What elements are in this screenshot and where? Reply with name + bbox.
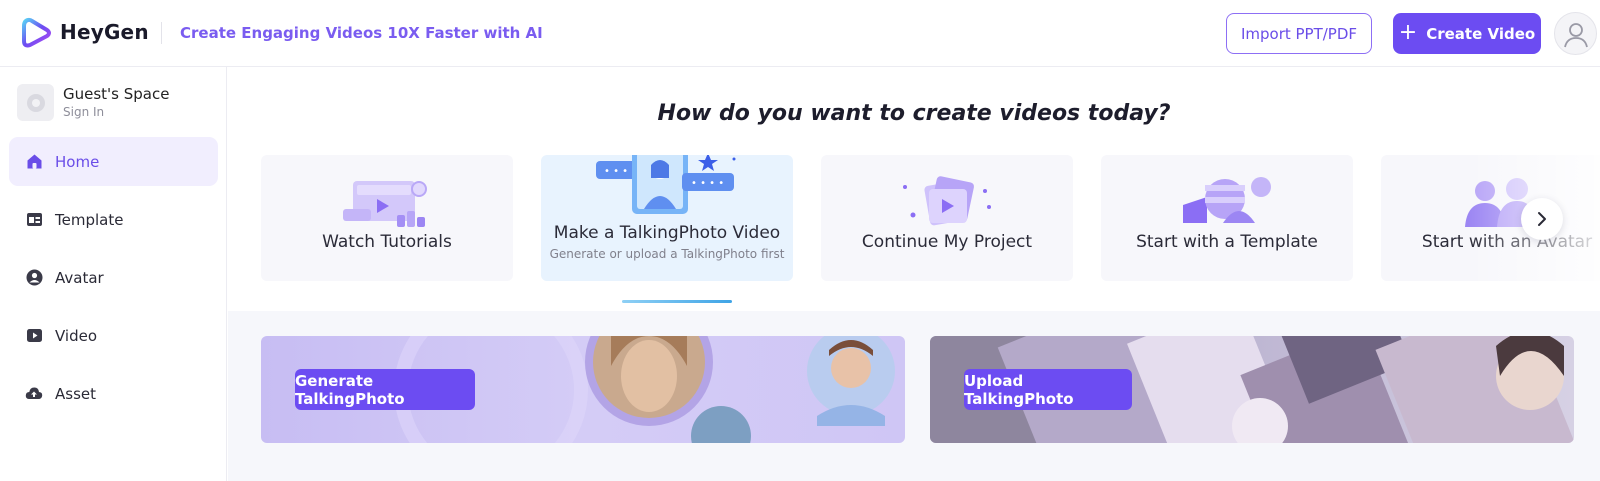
talkingphoto-illustration-icon: • • • • • • • • — [596, 155, 736, 214]
sidebar-item-label: Avatar — [55, 268, 104, 287]
sidebar-item-label: Video — [55, 326, 98, 345]
project-illustration-icon — [903, 176, 991, 226]
carousel-progress-indicator — [622, 300, 732, 303]
cloud-upload-icon — [25, 385, 43, 403]
import-button-label: Import PPT/PDF — [1240, 24, 1358, 43]
generate-button-label: Generate TalkingPhoto — [295, 371, 405, 408]
import-ppt-pdf-button[interactable]: Import PPT/PDF — [1226, 13, 1372, 54]
top-header: HeyGen Create Engaging Videos 10X Faster… — [0, 0, 1600, 67]
plus-icon: + — [1398, 19, 1418, 45]
talkingphoto-section: Generate TalkingPhoto Upload TalkingPhot… — [228, 311, 1600, 481]
video-icon — [25, 327, 43, 345]
card-talkingphoto-video[interactable]: • • • • • • • • Make a TalkingPhoto Vide… — [541, 155, 793, 281]
sidebar-item-avatar[interactable]: Avatar — [9, 253, 218, 302]
sidebar-item-label: Asset — [55, 384, 97, 403]
card-title: Watch Tutorials — [322, 232, 452, 252]
chevron-right-icon — [1538, 212, 1546, 226]
card-title: Start with a Template — [1136, 232, 1318, 252]
tutorials-illustration-icon — [343, 181, 427, 227]
header-tagline: Create Engaging Videos 10X Faster with A… — [180, 24, 543, 42]
sidebar-item-label: Template — [55, 210, 124, 229]
brand-name[interactable]: HeyGen — [60, 20, 149, 44]
upload-button-label: Upload TalkingPhoto — [964, 371, 1074, 408]
sidebar: Guest's Space Sign In Home Template Avat… — [0, 67, 227, 481]
card-start-template[interactable]: Start with a Template — [1101, 155, 1353, 281]
page-title: How do you want to create videos today? — [657, 101, 1171, 126]
main-content: How do you want to create videos today? … — [228, 67, 1600, 481]
avatar-icon — [25, 269, 43, 287]
card-subtitle: Generate or upload a TalkingPhoto first — [549, 247, 785, 261]
user-avatar-icon[interactable] — [1554, 12, 1597, 55]
template-illustration-icon — [1183, 177, 1271, 223]
upload-talkingphoto-banner: Upload TalkingPhoto — [930, 336, 1574, 443]
home-icon — [25, 153, 43, 171]
carousel-next-button[interactable] — [1521, 198, 1563, 240]
sign-in-link[interactable]: Sign In — [63, 105, 104, 119]
workspace-name[interactable]: Guest's Space — [63, 85, 169, 103]
upload-talkingphoto-button[interactable]: Upload TalkingPhoto — [964, 369, 1132, 410]
heygen-logo-icon[interactable] — [22, 17, 52, 49]
sidebar-item-template[interactable]: Template — [9, 195, 218, 244]
sidebar-item-asset[interactable]: Asset — [9, 369, 218, 418]
create-button-label: Create Video — [1426, 24, 1536, 43]
sidebar-item-home[interactable]: Home — [9, 137, 218, 186]
generate-talkingphoto-button[interactable]: Generate TalkingPhoto — [295, 369, 475, 410]
card-watch-tutorials[interactable]: Watch Tutorials — [261, 155, 513, 281]
header-divider — [161, 22, 162, 44]
workspace-icon[interactable] — [17, 84, 54, 121]
sidebar-item-label: Home — [55, 152, 100, 171]
card-continue-project[interactable]: Continue My Project — [821, 155, 1073, 281]
card-title: Make a TalkingPhoto Video — [553, 223, 781, 243]
svg-text:• • • •: • • • • — [691, 178, 724, 189]
generate-talkingphoto-banner: Generate TalkingPhoto — [261, 336, 905, 443]
card-title: Continue My Project — [861, 232, 1033, 252]
create-video-button[interactable]: + Create Video — [1393, 13, 1541, 54]
create-options-carousel: Watch Tutorials • • • • • • • • Make a T… — [261, 155, 1600, 281]
sidebar-item-video[interactable]: Video — [9, 311, 218, 360]
template-icon — [25, 211, 43, 229]
